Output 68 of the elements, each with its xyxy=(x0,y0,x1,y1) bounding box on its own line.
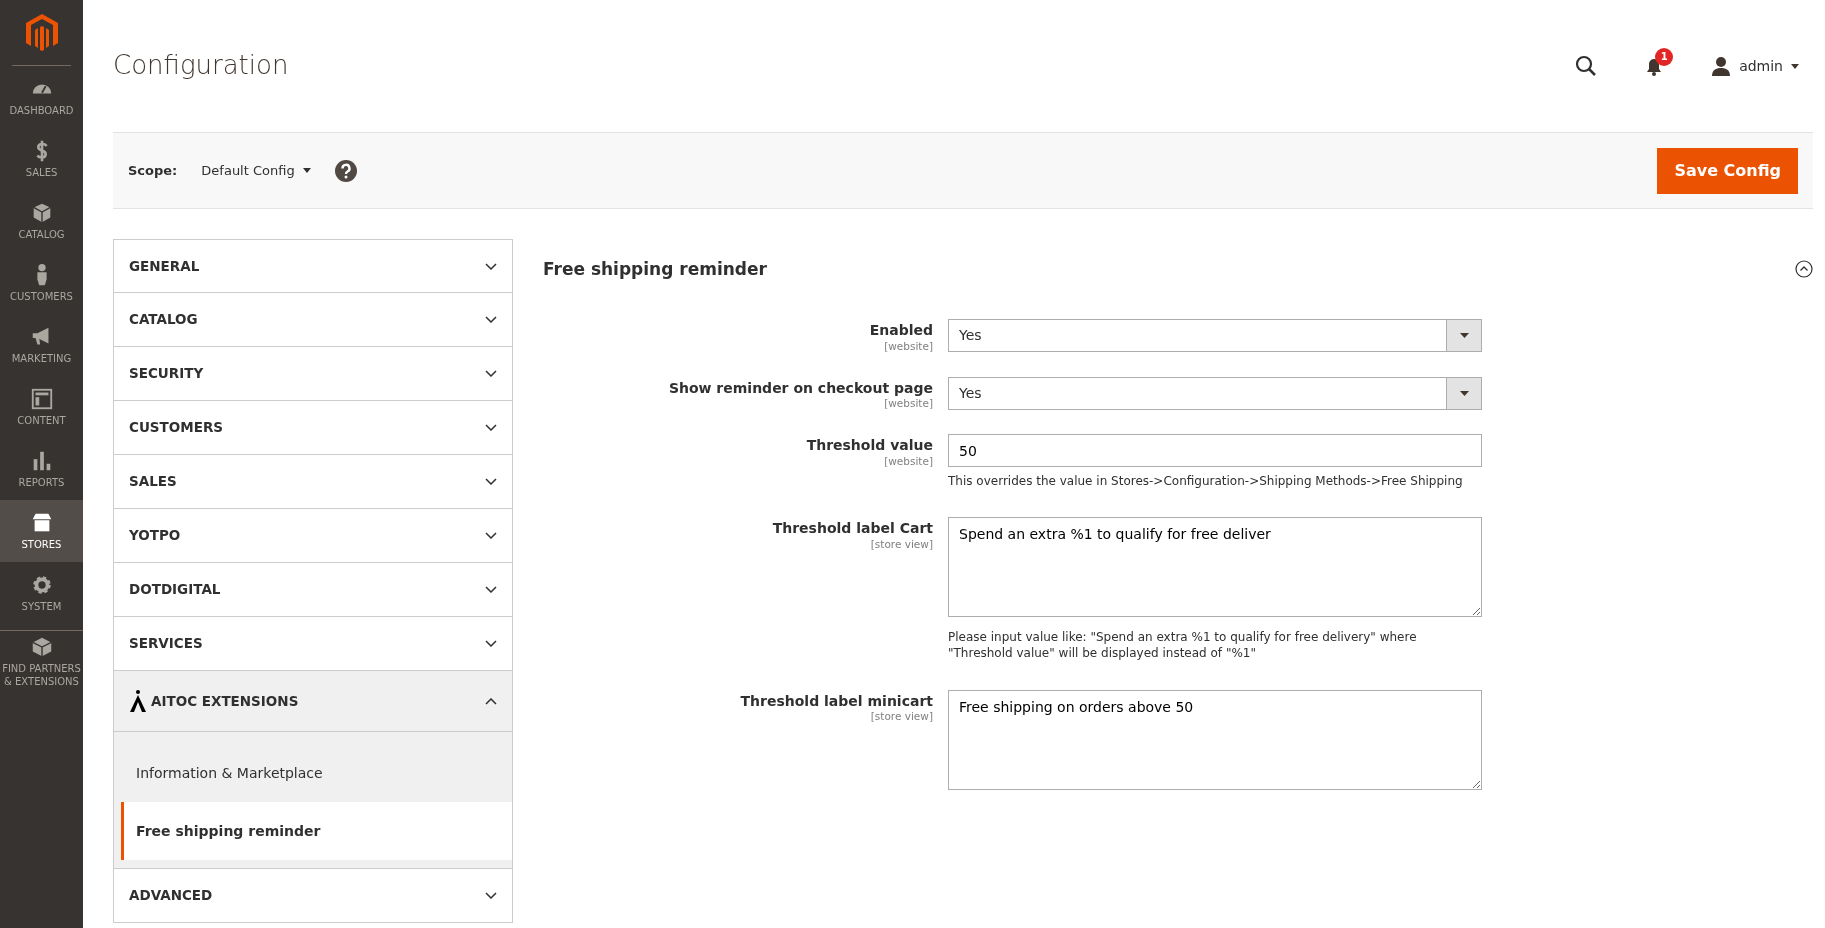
user-menu[interactable]: admin xyxy=(1711,55,1799,77)
field-label: Threshold label minicart xyxy=(739,692,933,710)
chevron-up-icon xyxy=(485,697,497,705)
chevron-down-icon xyxy=(485,892,497,899)
config-section-tab[interactable]: CATALOG xyxy=(113,293,513,347)
config-section-tab[interactable]: SECURITY xyxy=(113,347,513,401)
scope-hint: [website] xyxy=(883,396,933,412)
sidebar-item[interactable]: CUSTOMERS xyxy=(0,252,83,314)
sidebar-item[interactable]: SALES xyxy=(0,128,83,190)
search-icon[interactable] xyxy=(1575,55,1598,77)
page-title: Configuration xyxy=(113,50,289,82)
config-section-tab[interactable]: AITOC EXTENSIONS xyxy=(113,671,513,732)
chevron-down-icon xyxy=(485,424,497,431)
sidebar-item[interactable]: REPORTS xyxy=(0,438,83,500)
config-section-tab[interactable]: GENERAL xyxy=(113,239,513,293)
select-field[interactable]: Yes xyxy=(948,319,1482,352)
field-note: This overrides the value in Stores->Configuration->Shipping Methods->Free Shipping xyxy=(948,473,1464,490)
section-title: Free shipping reminder xyxy=(543,258,767,280)
field-label: Threshold label Cart xyxy=(771,520,933,538)
chevron-down-icon xyxy=(485,586,497,593)
field-label: Enabled xyxy=(868,322,933,339)
caret-icon xyxy=(1459,390,1469,396)
chevron-down-icon xyxy=(485,478,497,485)
sidebar-item[interactable]: CATALOG xyxy=(0,190,83,252)
scope-hint: [website] xyxy=(883,453,933,469)
caret-icon xyxy=(302,168,311,173)
chevron-down-icon xyxy=(485,532,497,539)
config-section-tab[interactable]: YOTPO xyxy=(113,509,513,563)
scope-dropdown[interactable]: Default Config xyxy=(201,160,311,181)
select-field[interactable]: Yes xyxy=(948,376,1482,410)
logo-icon xyxy=(129,690,147,712)
config-subsection-link[interactable]: Free shipping reminder xyxy=(121,802,512,860)
bell-icon[interactable] xyxy=(1645,57,1664,76)
chevron-down-icon xyxy=(485,262,497,270)
config-section-tab[interactable]: SALES xyxy=(113,455,513,509)
chevron-down-icon xyxy=(485,370,497,377)
user-icon xyxy=(1711,56,1732,76)
sidebar-item[interactable]: CONTENT xyxy=(0,376,83,438)
scope-hint: [store view] xyxy=(869,537,933,553)
collapse-icon[interactable] xyxy=(1795,260,1813,278)
input-field[interactable]: 50 xyxy=(948,434,1482,468)
chevron-down-icon xyxy=(485,316,497,323)
config-section-tab[interactable]: DOTDIGITAL xyxy=(113,563,513,617)
config-subsection-link[interactable]: Information & Marketplace xyxy=(121,744,512,802)
scope-hint: [store view] xyxy=(869,709,933,725)
field-label: Threshold value xyxy=(805,437,933,454)
text-area[interactable]: Free shipping on orders above 50 xyxy=(948,689,1482,790)
config-section-tab[interactable]: SERVICES xyxy=(113,617,513,671)
scope-label: Scope: xyxy=(128,161,178,180)
notification-count: 1 xyxy=(1655,47,1674,66)
config-section-tab[interactable]: ADVANCED xyxy=(113,869,513,923)
save-config-button[interactable]: Save Config xyxy=(1657,147,1798,194)
layout-icon xyxy=(29,387,54,411)
caret-icon xyxy=(1791,63,1799,69)
field-label: Show reminder on checkout page xyxy=(667,379,933,397)
logo-icon[interactable] xyxy=(25,13,58,52)
help-icon[interactable] xyxy=(334,159,357,182)
sidebar-item[interactable]: MARKETING xyxy=(0,314,83,376)
text-area[interactable]: Spend an extra %1 to qualify for free deliver xyxy=(948,517,1482,618)
sidebar-item[interactable]: SYSTEM xyxy=(0,562,83,624)
sidebar-item[interactable]: DASHBOARD xyxy=(0,66,83,128)
caret-icon xyxy=(1459,333,1469,338)
sidebar-item[interactable]: STORES xyxy=(0,500,83,562)
scope-hint: [website] xyxy=(883,338,933,354)
field-note: Please input value like: "Spend an extra %1 to qualify for free delivery" where "Threshold value" will be displayed instead of "%1" xyxy=(948,629,1418,662)
sidebar-item[interactable]: FIND PARTNERS & EXTENSIONS xyxy=(0,630,83,692)
config-section-tab[interactable]: CUSTOMERS xyxy=(113,401,513,455)
chevron-down-icon xyxy=(485,640,497,647)
